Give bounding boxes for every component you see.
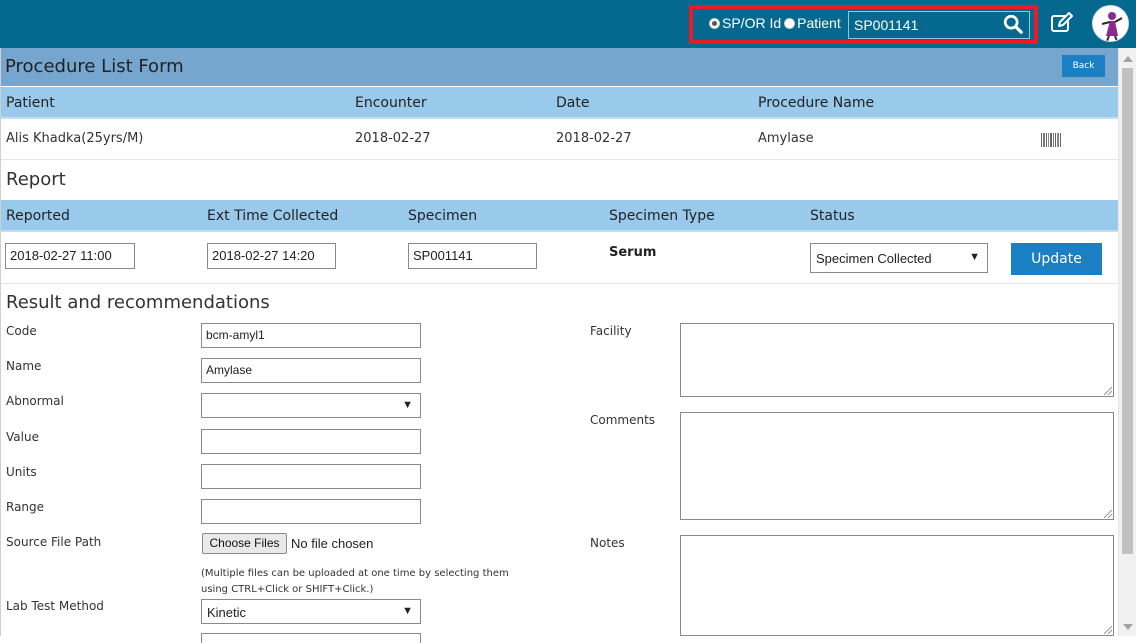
code-input[interactable]: bcm-amyl1: [201, 323, 421, 348]
status-select[interactable]: Specimen Collected ▼: [810, 243, 988, 273]
file-status-text: No file chosen: [291, 536, 374, 551]
next-field-partial[interactable]: [201, 633, 421, 643]
sp-or-id-radio-label[interactable]: SP/OR Id: [722, 15, 781, 31]
patient-cell: Alis Khadka(25yrs/M): [6, 131, 144, 146]
table-row: Alis Khadka(25yrs/M) 2018-02-27 2018-02-…: [1, 121, 1118, 160]
upload-help-text: (Multiple files can be uploaded at one t…: [201, 568, 509, 595]
column-header-procedure-name: Procedure Name: [758, 95, 875, 111]
user-avatar[interactable]: [1092, 5, 1129, 42]
specimen-type-value: Serum: [609, 245, 657, 260]
column-header-reported: Reported: [6, 208, 70, 224]
specimen-input[interactable]: SP001141: [408, 243, 537, 269]
abnormal-select[interactable]: ▼: [201, 393, 421, 418]
range-input[interactable]: [201, 499, 421, 524]
column-header-specimen: Specimen: [408, 208, 478, 224]
update-button[interactable]: Update: [1011, 243, 1102, 275]
ext-time-collected-input[interactable]: 2018-02-27 14:20: [207, 243, 336, 269]
choose-files-button[interactable]: Choose Files: [202, 533, 287, 554]
name-label: Name: [6, 359, 42, 373]
back-button[interactable]: Back: [1062, 55, 1105, 77]
search-icon[interactable]: [1002, 13, 1024, 35]
units-label: Units: [6, 465, 37, 479]
report-table-header: Reported Ext Time Collected Specimen Spe…: [1, 200, 1118, 232]
column-header-specimen-type: Specimen Type: [609, 208, 715, 224]
source-file-path-label: Source File Path: [6, 535, 102, 549]
reported-input[interactable]: 2018-02-27 11:00: [5, 243, 135, 269]
scroll-down-arrow-icon[interactable]: [1123, 624, 1133, 630]
procedure-name-cell: Amylase: [758, 131, 814, 146]
status-selected-value: Specimen Collected: [816, 251, 932, 266]
edit-icon[interactable]: [1050, 12, 1074, 34]
top-navigation-bar: SP/OR Id Patient: [0, 0, 1136, 48]
value-input[interactable]: [201, 429, 421, 454]
sp-or-id-radio[interactable]: [709, 17, 720, 29]
column-header-ext-time-collected: Ext Time Collected: [207, 208, 339, 224]
facility-textarea[interactable]: [680, 323, 1114, 397]
page-title: Procedure List Form: [5, 56, 184, 77]
name-input[interactable]: Amylase: [201, 358, 421, 383]
notes-label: Notes: [590, 536, 625, 550]
form-header: Procedure List Form Back: [1, 48, 1118, 86]
search-area: SP/OR Id Patient: [689, 5, 1038, 44]
date-cell: 2018-02-27: [556, 131, 632, 146]
lab-test-method-selected-value: Kinetic: [207, 605, 247, 620]
barcode-icon[interactable]: [1041, 133, 1061, 147]
procedure-form-panel: Procedure List Form Back Patient Encount…: [0, 48, 1118, 643]
patient-radio-label[interactable]: Patient: [797, 15, 841, 31]
notes-textarea[interactable]: [680, 535, 1114, 636]
patient-radio[interactable]: [784, 17, 796, 29]
lab-test-method-select[interactable]: Kinetic ▼: [201, 599, 421, 624]
report-section-title: Report: [6, 169, 66, 190]
comments-label: Comments: [590, 413, 656, 427]
units-input[interactable]: [201, 464, 421, 489]
value-label: Value: [6, 430, 39, 444]
results-section-title: Result and recommendations: [6, 292, 270, 313]
code-label: Code: [6, 324, 37, 338]
column-header-status: Status: [810, 208, 855, 224]
avatar-image: [1094, 7, 1128, 41]
range-label: Range: [6, 500, 45, 514]
comments-textarea[interactable]: [680, 412, 1114, 520]
column-header-encounter: Encounter: [355, 95, 427, 111]
chevron-down-icon: ▼: [969, 251, 980, 263]
scroll-up-arrow-icon[interactable]: [1123, 56, 1133, 62]
page-scrollbar[interactable]: [1118, 48, 1136, 636]
encounter-cell: 2018-02-27: [355, 131, 431, 146]
search-type-radio-group: SP/OR Id Patient: [709, 15, 844, 31]
chevron-down-icon: ▼: [402, 605, 413, 617]
column-header-patient: Patient: [6, 95, 55, 111]
scroll-thumb[interactable]: [1122, 68, 1133, 554]
chevron-down-icon: ▼: [402, 399, 413, 411]
lab-test-method-label: Lab Test Method: [6, 599, 104, 613]
facility-label: Facility: [590, 324, 632, 338]
column-header-date: Date: [556, 95, 590, 111]
procedure-table-header: Patient Encounter Date Procedure Name: [1, 87, 1118, 119]
abnormal-label: Abnormal: [6, 394, 64, 408]
